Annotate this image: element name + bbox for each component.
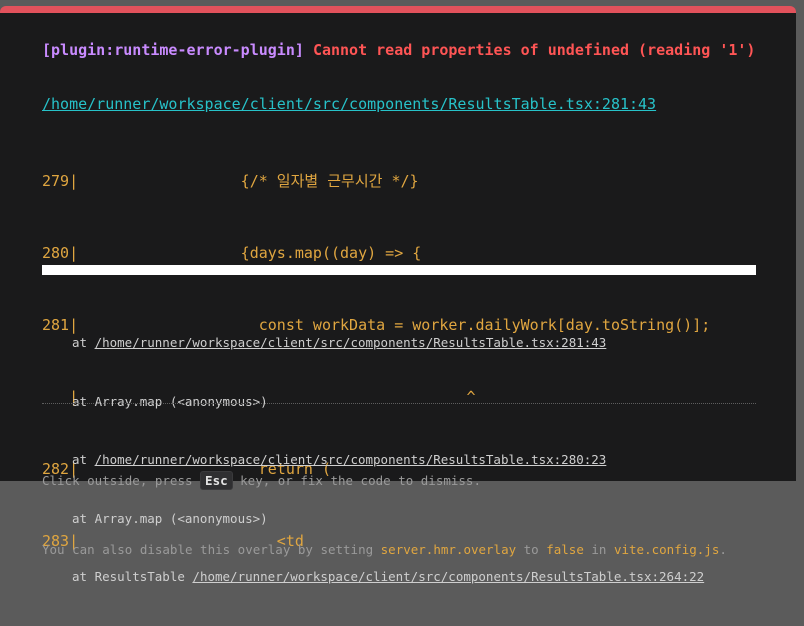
error-file-link[interactable]: /home/runner/workspace/client/src/compon… — [42, 94, 656, 114]
code-line-280: 280| {days.map((day) => { — [42, 244, 422, 262]
divider — [42, 403, 756, 404]
stack-frame: at Array.map (<anonymous>) — [72, 393, 268, 409]
code-line-279: 279| {/* 일자별 근무시간 */} — [42, 172, 419, 190]
stack-frame-link[interactable]: /home/runner/workspace/client/src/compon… — [95, 335, 607, 350]
code-frame-scrollbar[interactable] — [42, 265, 756, 275]
hmr-setting: server.hmr.overlay — [380, 542, 517, 557]
dismiss-tip: Click outside, press Esc key, or fix the… — [42, 423, 727, 607]
plugin-name: [plugin:runtime-error-plugin] — [42, 41, 304, 59]
error-overlay: [plugin:runtime-error-plugin] Cannot rea… — [0, 6, 796, 584]
error-message: [plugin:runtime-error-plugin] Cannot rea… — [42, 40, 756, 61]
error-text: Cannot read properties of undefined (rea… — [312, 41, 756, 59]
config-file: vite.config.js — [613, 542, 720, 557]
tip-line-2: You can also disable this overlay by set… — [42, 542, 727, 557]
setting-value: false — [546, 542, 584, 557]
stack-frame: at /home/runner/workspace/client/src/com… — [72, 335, 607, 350]
